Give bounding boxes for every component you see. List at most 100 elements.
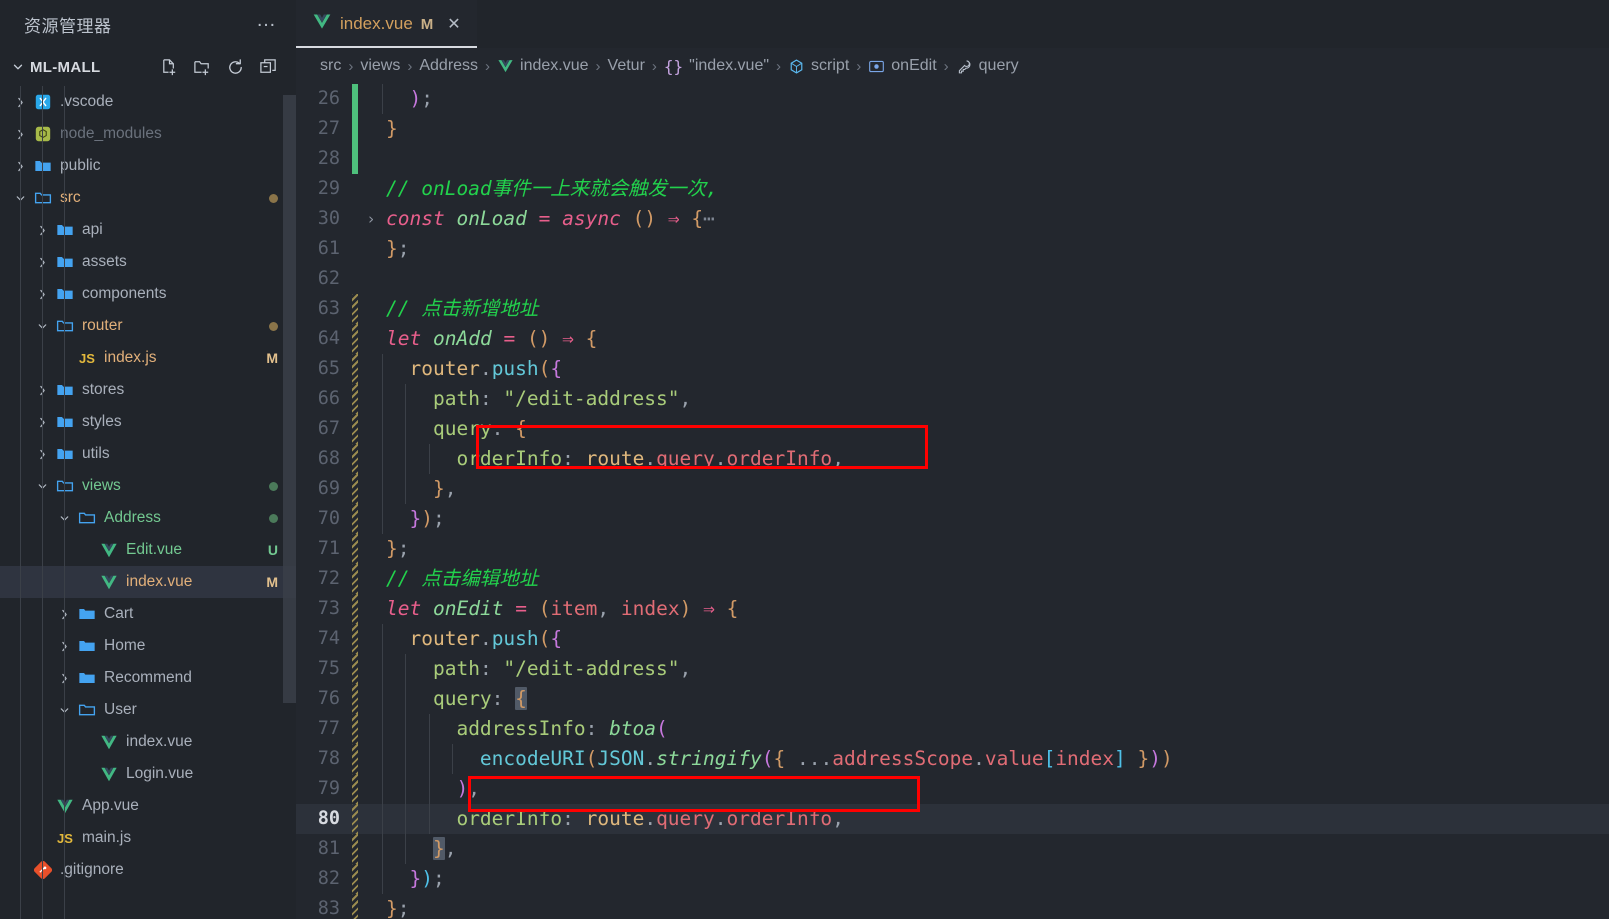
code-line[interactable]: 29 // onLoad事件一上来就会触发一次, — [296, 174, 1609, 204]
explorer-more-actions-icon[interactable]: … — [256, 10, 278, 33]
tree-file-row[interactable]: Edit.vue U — [0, 534, 296, 566]
breadcrumb-label: views — [360, 57, 401, 74]
code-lines[interactable]: 26 ); 27} 28 29// onLoad事件一上来就会触发一次, 30 › cons… — [296, 84, 1609, 919]
editor-tab-index-vue[interactable]: index.vue M ✕ — [296, 0, 477, 48]
code-token: ; — [432, 507, 445, 530]
code-line[interactable]: 72 // 点击编辑地址 — [296, 564, 1609, 594]
tree-folder-row[interactable]: User — [0, 694, 296, 726]
code-line[interactable]: 27} — [296, 114, 1609, 144]
tree-folder-row[interactable]: Address — [0, 502, 296, 534]
breadcrumb-item-address[interactable]: Address — [419, 57, 478, 75]
code-line[interactable]: 77 addressInfo: btoa( — [296, 714, 1609, 744]
tree-file-row[interactable]: .gitignore — [0, 854, 296, 886]
code-line[interactable]: 64 let onAdd = () ⇒ { — [296, 324, 1609, 354]
code-line[interactable]: 82 }); — [296, 864, 1609, 894]
tree-file-row[interactable]: Login.vue — [0, 758, 296, 790]
git-pending-gutter — [352, 444, 358, 474]
tree-folder-row[interactable]: assets — [0, 246, 296, 278]
code-indent-guide — [405, 384, 407, 414]
tree-folder-row[interactable]: Cart — [0, 598, 296, 630]
new-file-icon[interactable] — [160, 58, 179, 77]
tree-file-row[interactable]: JS index.js M — [0, 342, 296, 374]
chevron-down-icon[interactable] — [8, 60, 28, 74]
code-line[interactable]: 75 path: "/edit-address", — [296, 654, 1609, 684]
code-line[interactable]: 70 }); — [296, 504, 1609, 534]
tree-folder-row[interactable]: views — [0, 470, 296, 502]
breadcrumb-item-script[interactable]: script — [788, 57, 849, 75]
breadcrumb-item-indexvue[interactable]: index.vue — [497, 57, 589, 75]
code-text: router.push({ — [382, 354, 562, 384]
close-icon[interactable]: ✕ — [445, 14, 462, 34]
code-line[interactable]: 74 router.push({ — [296, 624, 1609, 654]
code-line[interactable]: 73 let onEdit = (item, index) ⇒ { — [296, 594, 1609, 624]
code-line[interactable]: 78 encodeURI(JSON.stringify({ ...address… — [296, 744, 1609, 774]
code-line[interactable]: 71}; — [296, 534, 1609, 564]
tree-folder-row[interactable]: components — [0, 278, 296, 310]
refresh-icon[interactable] — [226, 58, 245, 77]
new-folder-icon[interactable] — [193, 58, 212, 77]
code-line[interactable]: 26 ); — [296, 84, 1609, 114]
tree-folder-row[interactable]: styles — [0, 406, 296, 438]
code-line[interactable]: 81 }, — [296, 834, 1609, 864]
tree-folder-row[interactable]: api — [0, 214, 296, 246]
code-text: path: "/edit-address", — [382, 654, 691, 684]
code-line[interactable]: 28 — [296, 144, 1609, 174]
tree-file-row[interactable]: App.vue — [0, 790, 296, 822]
code-line[interactable]: 30 › const onLoad = async () ⇒ {⋯ — [296, 204, 1609, 234]
breadcrumb-item-indexvue[interactable]: {} "index.vue" — [664, 57, 769, 76]
code-token: ( — [538, 357, 551, 380]
tree-folder-row[interactable]: Home — [0, 630, 296, 662]
code-token: { — [515, 687, 527, 710]
code-line[interactable]: 69 }, — [296, 474, 1609, 504]
tree-folder-row[interactable]: stores — [0, 374, 296, 406]
code-line[interactable]: 66 path: "/edit-address", — [296, 384, 1609, 414]
tree-folder-row[interactable]: node_modules — [0, 118, 296, 150]
code-line[interactable]: 63 // 点击新增地址 — [296, 294, 1609, 324]
breadcrumb[interactable]: src › views › Address › index.vue › Vetur › {} "ind… — [296, 48, 1609, 84]
tree-folder-row[interactable]: src — [0, 182, 296, 214]
tree-file-row[interactable]: JS main.js — [0, 822, 296, 854]
breadcrumb-item-views[interactable]: views — [360, 57, 400, 75]
code-indent-guide — [382, 834, 383, 864]
breadcrumb-item-vetur[interactable]: Vetur — [608, 57, 645, 75]
tree-folder-row[interactable]: .vscode — [0, 86, 296, 118]
code-indent-guide — [405, 804, 407, 834]
tree-folder-row[interactable]: public — [0, 150, 296, 182]
code-line[interactable]: 61}; — [296, 234, 1609, 264]
breadcrumb-item-src[interactable]: src — [320, 57, 341, 75]
sidebar-scrollbar[interactable] — [283, 95, 296, 703]
collapse-all-icon[interactable] — [259, 58, 278, 77]
braces-icon: {} — [663, 56, 684, 76]
code-line[interactable]: 65 router.push({ — [296, 354, 1609, 384]
code-line[interactable]: 80 orderInfo: route.query.orderInfo, — [296, 804, 1609, 834]
line-number: 62 — [317, 268, 340, 289]
code-line[interactable]: 68 orderInfo: route.query.orderInfo, — [296, 444, 1609, 474]
breadcrumb-item-query[interactable]: query — [956, 57, 1019, 75]
tree-file-row[interactable]: index.vue M — [0, 566, 296, 598]
tree-folder-row[interactable]: utils — [0, 438, 296, 470]
code-line[interactable]: 62 — [296, 264, 1609, 294]
code-editor[interactable]: 26 ); 27} 28 29// onLoad事件一上来就会触发一次, 30 › cons… — [296, 84, 1609, 919]
code-line[interactable]: 76 query: { — [296, 684, 1609, 714]
code-line[interactable]: 67 query: { — [296, 414, 1609, 444]
line-number: 29 — [317, 178, 340, 199]
code-line[interactable]: 79 ), — [296, 774, 1609, 804]
breadcrumb-item-onedit[interactable]: onEdit — [868, 57, 937, 75]
code-line[interactable]: 83}; — [296, 894, 1609, 919]
tree-folder-row[interactable]: Recommend — [0, 662, 296, 694]
breadcrumb-label: index.vue — [520, 57, 589, 74]
tree-folder-row[interactable]: router — [0, 310, 296, 342]
file-tree[interactable]: .vscode node_modules public src api assets com… — [0, 86, 296, 919]
vscode-window: 资源管理器 … ML-MALL .vscode node_modules pub… — [0, 0, 1609, 919]
tree-file-row[interactable]: index.vue — [0, 726, 296, 758]
git-pending-gutter — [352, 714, 358, 744]
git-pending-gutter — [352, 894, 358, 919]
fold-chevron-icon[interactable]: › — [360, 204, 382, 234]
explorer-root-folder-row[interactable]: ML-MALL — [0, 48, 296, 86]
code-token: , — [444, 837, 457, 860]
